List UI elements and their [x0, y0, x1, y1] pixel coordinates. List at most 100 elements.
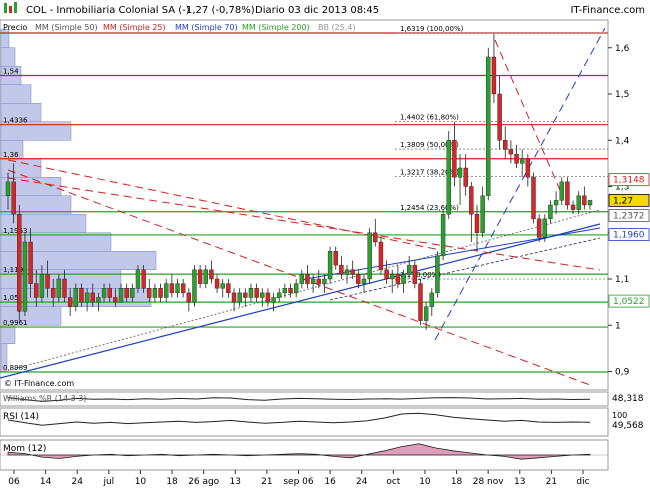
candle-body [322, 278, 327, 284]
candle-body [73, 288, 79, 307]
candle-body [180, 283, 186, 294]
candle-body [79, 288, 84, 303]
candle-body [361, 278, 367, 284]
candle-body [152, 288, 158, 298]
price-tag-label: 1,27 [613, 196, 633, 206]
candle-body [536, 218, 542, 238]
candle-body [90, 292, 95, 303]
candle-body [288, 288, 293, 294]
candle-body [316, 278, 321, 284]
candle-body [344, 269, 350, 275]
candle-body [147, 288, 152, 298]
candle-body [248, 288, 254, 298]
candle-body [576, 195, 581, 210]
candle-body [503, 140, 508, 150]
candle-body [209, 269, 214, 280]
candle-body [542, 218, 547, 238]
candle-body [45, 274, 50, 289]
candle-body [582, 195, 587, 206]
fib-label: 1,6319 (100,00%) [400, 25, 464, 33]
candle-body [299, 274, 305, 284]
x-tick-label: 06 [8, 477, 20, 487]
level-label: 1,05 [3, 294, 19, 302]
candle-body [67, 297, 73, 307]
candle-body [254, 288, 259, 298]
rsi-title: RSI (14) [3, 412, 39, 422]
candle-body [401, 274, 406, 284]
candle-body [531, 177, 536, 220]
level-label: 1,4336 [3, 117, 28, 125]
williams-title: Williams %R (14 3 3) [3, 394, 86, 403]
candle-body [203, 269, 208, 284]
candle-body [237, 292, 242, 303]
candle-body [497, 93, 502, 141]
candle-body [429, 292, 434, 307]
candle-body [34, 283, 39, 298]
brand-label: IT-Finance.com [570, 5, 645, 16]
x-tick-label: jul [102, 477, 114, 487]
candle-body [333, 251, 338, 266]
williams-value: 48,318 [612, 394, 644, 404]
candle-body [135, 269, 141, 289]
candle-body [553, 200, 559, 206]
rsi-value: 49,568 [612, 421, 644, 431]
x-tick-label: 26 ago [188, 477, 220, 487]
x-tick-label: 18 [166, 477, 178, 487]
x-tick-label: oct [386, 477, 400, 487]
candle-body [440, 214, 446, 257]
price-change: 1,27 (-0,78%) [186, 5, 255, 16]
copyright: © IT-Finance.com [4, 379, 74, 388]
candle-body [164, 283, 169, 298]
x-tick-label: 18 [451, 477, 463, 487]
candle-body [486, 56, 491, 196]
candle-body [310, 278, 316, 284]
price-tag-label: 1,2372 [613, 212, 645, 222]
candle-body [56, 278, 62, 298]
candle-body [175, 283, 180, 294]
candle-body [508, 149, 514, 155]
period-label: Diario [255, 5, 285, 16]
candle-body [96, 297, 101, 303]
x-tick-label: 24 [71, 477, 83, 487]
candle-body [395, 274, 401, 284]
price-tag-label: 1,3148 [613, 176, 645, 186]
candle-body [412, 264, 418, 284]
candle-body [11, 181, 16, 215]
candle-body [214, 278, 220, 289]
candle-body [39, 274, 45, 298]
candle-body [384, 269, 389, 280]
candle-body [570, 204, 576, 210]
candle-body [186, 292, 192, 303]
legend-ma200: MM (Simple 200) [242, 23, 310, 32]
candle-body [514, 153, 519, 164]
candle-body [293, 283, 299, 294]
x-tick-label: 13 [514, 477, 525, 487]
volume-profile-bar [0, 84, 32, 104]
candle-body [367, 232, 372, 280]
candle-body [491, 56, 497, 95]
candle-body [28, 241, 33, 284]
price-tag-label: 1,1960 [613, 231, 645, 241]
y-tick-label: 1,6 [615, 44, 630, 54]
candle-body [51, 288, 56, 298]
candle-body [559, 181, 564, 201]
chart-root: 1,54 1,4336 1,36 1,1953 1,1105 1,05 0,9961 0,89… [0, 0, 650, 490]
level-label: 1,36 [3, 151, 19, 159]
candle-body [446, 140, 451, 215]
momentum-title: Mom (12) [3, 444, 46, 454]
x-tick-label: dic [576, 477, 589, 487]
candle-body [84, 292, 90, 303]
candle-body [565, 181, 570, 206]
x-tick-label: 28 nov [473, 477, 505, 487]
level-label: 0,8989 [3, 364, 28, 372]
y-tick-label: 1 [615, 321, 621, 331]
candle-body [469, 186, 474, 215]
chart-title: COL - Inmobiliaria Colonial SA (-) [26, 5, 190, 16]
candle-body [305, 274, 310, 284]
x-tick-label: 13 [230, 477, 241, 487]
rsi-tick-100: 100 [612, 411, 627, 420]
legend-ma50: MM (Simple 50) [35, 23, 98, 32]
candle-body [457, 167, 463, 178]
legend-price: Precio [3, 23, 27, 32]
candle-body [5, 181, 11, 196]
